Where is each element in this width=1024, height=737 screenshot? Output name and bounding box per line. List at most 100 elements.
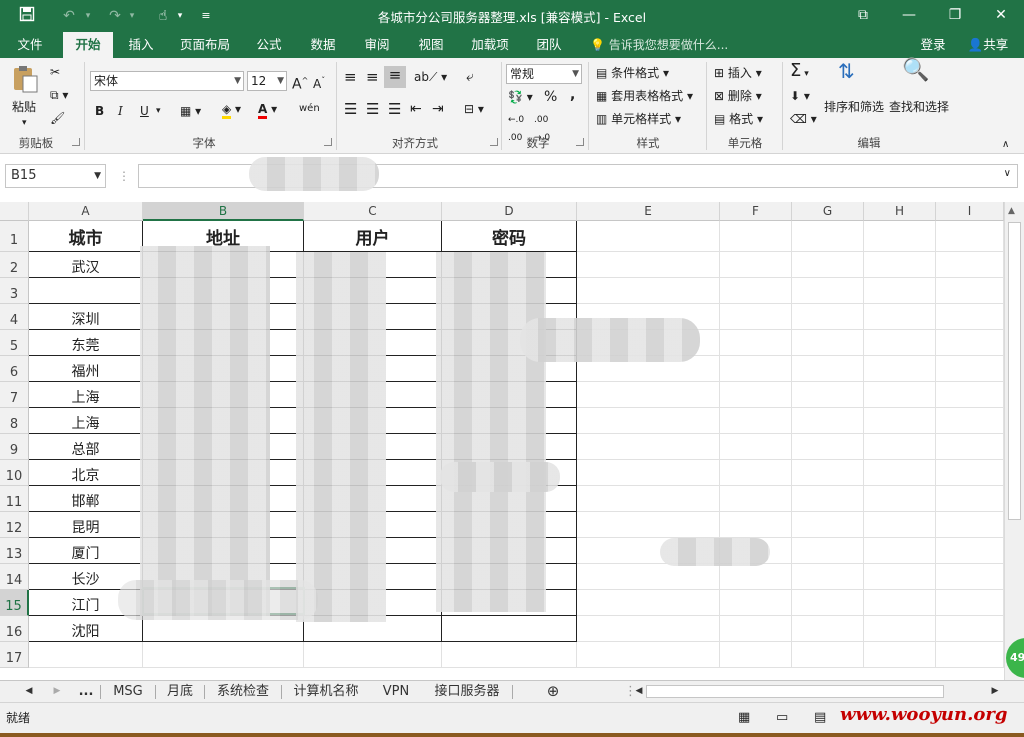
- sort-filter-label[interactable]: 排序和筛选: [824, 98, 884, 116]
- align-center-icon[interactable]: ☰: [366, 100, 379, 118]
- decrease-font-icon[interactable]: Aˇ: [313, 72, 325, 93]
- cell-i1[interactable]: [936, 221, 1004, 252]
- row-header-7[interactable]: 7: [0, 382, 29, 408]
- cell-a9[interactable]: 总部: [29, 434, 143, 460]
- find-icon[interactable]: 🔍: [902, 60, 932, 92]
- cell-a3[interactable]: [29, 278, 143, 304]
- cell-d1[interactable]: 密码: [442, 221, 577, 252]
- cell-h3[interactable]: [864, 278, 936, 304]
- phonetic-icon[interactable]: wén: [299, 100, 320, 118]
- align-middle-icon[interactable]: ≡: [366, 68, 379, 86]
- cell-e7[interactable]: [577, 382, 720, 408]
- font-name-combo[interactable]: 宋体 ▼: [90, 71, 244, 91]
- sheet-tab-month-end[interactable]: 月底: [156, 681, 204, 702]
- cell-h10[interactable]: [864, 460, 936, 486]
- cell-g13[interactable]: [792, 538, 864, 564]
- cell-g12[interactable]: [792, 512, 864, 538]
- cell-a6[interactable]: 福州: [29, 356, 143, 382]
- scrollbar-thumb[interactable]: [1008, 222, 1021, 520]
- cell-a13[interactable]: 厦门: [29, 538, 143, 564]
- border-icon[interactable]: ▦ ▾: [180, 102, 201, 120]
- row-header-11[interactable]: 11: [0, 486, 29, 512]
- cell-i10[interactable]: [936, 460, 1004, 486]
- cell-e14[interactable]: [577, 564, 720, 590]
- cell-f12[interactable]: [720, 512, 792, 538]
- comma-button[interactable]: ,: [570, 86, 575, 104]
- cell-h12[interactable]: [864, 512, 936, 538]
- cell-a11[interactable]: 邯郸: [29, 486, 143, 512]
- cell-g3[interactable]: [792, 278, 864, 304]
- row-header-13[interactable]: 13: [0, 538, 29, 564]
- insert-cells-button[interactable]: ⊞ 插入 ▾: [714, 64, 762, 82]
- column-header-b[interactable]: B: [143, 202, 304, 221]
- cell-f17[interactable]: [720, 642, 792, 668]
- number-format-combo[interactable]: 常规 ▼: [506, 64, 582, 84]
- tab-data[interactable]: 数据: [300, 32, 346, 58]
- cell-f11[interactable]: [720, 486, 792, 512]
- cell-i2[interactable]: [936, 252, 1004, 278]
- cell-f9[interactable]: [720, 434, 792, 460]
- cell-i3[interactable]: [936, 278, 1004, 304]
- cut-icon[interactable]: ✂: [50, 63, 60, 81]
- sheet-tab-interface-servers[interactable]: 接口服务器: [422, 681, 512, 702]
- cell-a7[interactable]: 上海: [29, 382, 143, 408]
- cell-f14[interactable]: [720, 564, 792, 590]
- cell-g16[interactable]: [792, 616, 864, 642]
- row-header-4[interactable]: 4: [0, 304, 29, 330]
- scroll-tabs-left-icon[interactable]: ◀: [20, 681, 38, 702]
- row-header-3[interactable]: 3: [0, 278, 29, 304]
- cell-h14[interactable]: [864, 564, 936, 590]
- sort-filter-icon[interactable]: ⇅: [838, 61, 868, 92]
- cell-f7[interactable]: [720, 382, 792, 408]
- cell-g10[interactable]: [792, 460, 864, 486]
- cell-f16[interactable]: [720, 616, 792, 642]
- delete-cells-button[interactable]: ⊠ 删除 ▾: [714, 87, 762, 105]
- number-launcher-icon[interactable]: [576, 138, 584, 146]
- tab-formulas[interactable]: 公式: [246, 32, 292, 58]
- find-select-label[interactable]: 查找和选择: [889, 98, 949, 116]
- cell-f2[interactable]: [720, 252, 792, 278]
- cell-f1[interactable]: [720, 221, 792, 252]
- orientation-icon[interactable]: ab⟋ ▾: [414, 68, 447, 86]
- formula-input[interactable]: ∨: [138, 157, 1018, 191]
- cell-h7[interactable]: [864, 382, 936, 408]
- row-header-12[interactable]: 12: [0, 512, 29, 538]
- row-header-16[interactable]: 16: [0, 616, 29, 642]
- cell-h1[interactable]: [864, 221, 936, 252]
- cell-a1[interactable]: 城市: [29, 221, 143, 252]
- collapse-ribbon-icon[interactable]: ∧: [1002, 136, 1009, 154]
- align-bottom-icon[interactable]: ≡: [384, 66, 406, 88]
- cell-h13[interactable]: [864, 538, 936, 564]
- cell-i9[interactable]: [936, 434, 1004, 460]
- alignment-launcher-icon[interactable]: [490, 138, 498, 146]
- row-header-2[interactable]: 2: [0, 252, 29, 278]
- autosum-icon[interactable]: Σ ▾: [790, 62, 809, 83]
- row-header-10[interactable]: 10: [0, 460, 29, 486]
- tab-split-icon[interactable]: ⋮: [624, 681, 637, 702]
- cell-f10[interactable]: [720, 460, 792, 486]
- cell-g15[interactable]: [792, 590, 864, 616]
- row-header-17[interactable]: 17: [0, 642, 29, 668]
- copy-icon[interactable]: ⧉ ▾: [50, 86, 68, 104]
- ribbon-display-icon[interactable]: ⧉: [840, 0, 886, 32]
- hscroll-right-icon[interactable]: ▶: [990, 681, 1000, 702]
- format-painter-icon[interactable]: 🖌: [50, 109, 65, 127]
- clipboard-launcher-icon[interactable]: [72, 138, 80, 146]
- cell-g14[interactable]: [792, 564, 864, 590]
- sheet-tab-computer-names[interactable]: 计算机名称: [282, 681, 370, 702]
- cell-b17[interactable]: [143, 642, 304, 668]
- underline-button[interactable]: U: [140, 102, 149, 120]
- align-left-icon[interactable]: ☰: [344, 100, 357, 118]
- close-button[interactable]: ✕: [978, 0, 1024, 32]
- sheet-tab-msg[interactable]: MSG: [101, 681, 155, 702]
- cell-h8[interactable]: [864, 408, 936, 434]
- column-header-g[interactable]: G: [792, 202, 864, 221]
- row-header-1[interactable]: 1: [0, 221, 29, 252]
- percent-button[interactable]: %: [544, 88, 557, 106]
- format-cells-button[interactable]: ▤ 格式 ▾: [714, 110, 763, 128]
- tab-review[interactable]: 审阅: [354, 32, 400, 58]
- row-header-6[interactable]: 6: [0, 356, 29, 382]
- cell-f6[interactable]: [720, 356, 792, 382]
- cell-f5[interactable]: [720, 330, 792, 356]
- format-table-button[interactable]: ▦ 套用表格格式 ▾: [596, 87, 693, 105]
